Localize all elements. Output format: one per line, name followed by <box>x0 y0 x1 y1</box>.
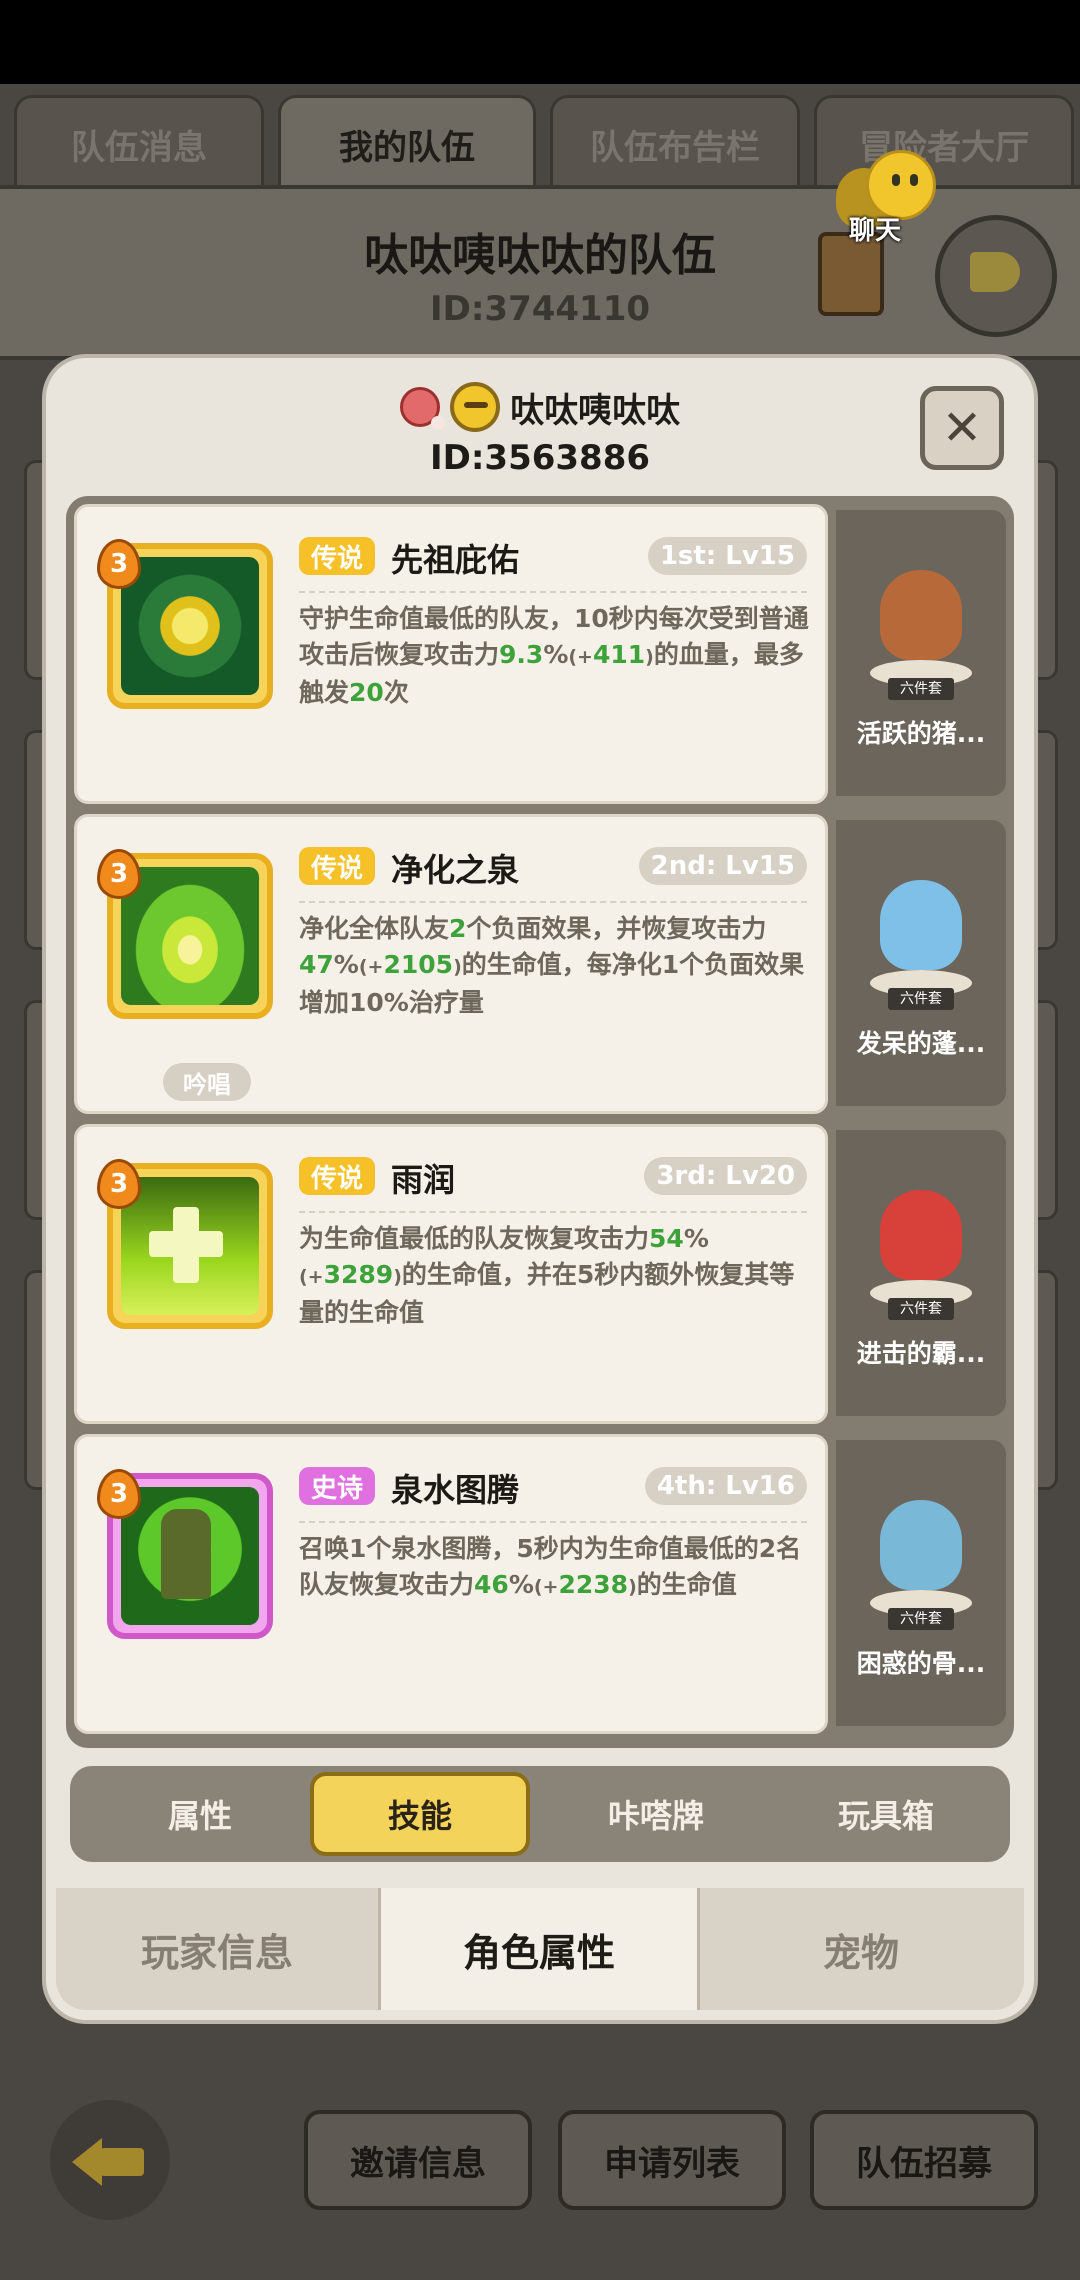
skill-name: 净化之泉 <box>391 851 520 889</box>
back-arrow-icon <box>72 2138 102 2186</box>
close-button[interactable]: ✕ <box>920 386 1004 470</box>
skill-description: 守护生命值最低的队友，10秒内每次受到普通攻击后恢复攻击力9.3%(+411)的… <box>299 604 809 707</box>
player-id: ID:3563886 <box>429 438 651 478</box>
status-bar <box>0 0 1080 84</box>
skill-card[interactable]: 3 传说 先祖庇佑 1st: Lv15 守护生命值最低的队友，10秒内每次受到普… <box>74 504 828 804</box>
tab-toy-box[interactable]: 玩具箱 <box>776 1766 996 1862</box>
skill-description: 为生命值最低的队友恢复攻击力54%(+3289)的生命值，并在5秒内额外恢复其等… <box>299 1224 795 1327</box>
rarity-tag: 传说 <box>299 847 376 885</box>
set-tag: 六件套 <box>888 678 954 700</box>
skill-slot-level: 1st: Lv15 <box>647 537 807 575</box>
skill-name: 先祖庇佑 <box>391 541 520 579</box>
skill-name: 泉水图腾 <box>391 1471 520 1509</box>
apply-list-button[interactable]: 申请列表 <box>558 2110 786 2210</box>
invite-info-button[interactable]: 邀请信息 <box>304 2110 532 2210</box>
player-name: 呔呔咦呔呔 <box>510 390 680 431</box>
player-detail-modal: 呔呔咦呔呔 ID:3563886 ✕ 3 传说 先祖庇佑 1st: Lv15 守… <box>46 358 1034 2020</box>
skill-description: 净化全体队友2个负面效果，并恢复攻击力47%(+2105)的生命值，每净化1个负… <box>299 914 805 1017</box>
chant-tag: 吟唱 <box>163 1063 251 1101</box>
tab-pets[interactable]: 宠物 <box>700 1888 1022 2010</box>
modal-header: 呔呔咦呔呔 ID:3563886 ✕ <box>46 358 1034 493</box>
skill-slot-level: 2nd: Lv15 <box>638 847 807 885</box>
skill-list: 3 传说 先祖庇佑 1st: Lv15 守护生命值最低的队友，10秒内每次受到普… <box>66 496 1014 1748</box>
tab-attributes[interactable]: 属性 <box>90 1766 310 1862</box>
tab-click-cards[interactable]: 咔嗒牌 <box>546 1766 766 1862</box>
set-tag: 六件套 <box>888 988 954 1010</box>
skill-description: 召唤1个泉水图腾，5秒内为生命值最低的2名队友恢复攻击力46%(+2238)的生… <box>299 1534 802 1599</box>
heal-cross-icon <box>121 1177 259 1315</box>
spring-drop-icon <box>121 867 259 1005</box>
outfit-name: 进击的霸... <box>856 1339 986 1368</box>
skill-card[interactable]: 3 史诗 泉水图腾 4th: Lv16 召唤1个泉水图腾，5秒内为生命值最低的2… <box>74 1434 828 1734</box>
character-figure-icon <box>866 1170 976 1306</box>
close-icon: ✕ <box>941 400 983 456</box>
character-figure-icon <box>866 1480 976 1616</box>
outfit-card[interactable]: 六件套 活跃的猪... <box>836 510 1006 796</box>
rarity-tag: 传说 <box>299 537 376 575</box>
set-tag: 六件套 <box>888 1298 954 1320</box>
bg-list-edge <box>1030 1270 1058 1490</box>
shield-icon <box>121 557 259 695</box>
back-button[interactable] <box>50 2100 170 2220</box>
bg-list-edge <box>1030 730 1058 950</box>
outfit-card[interactable]: 六件套 困惑的骨... <box>836 1440 1006 1726</box>
set-tag: 六件套 <box>888 1608 954 1630</box>
totem-icon <box>121 1487 259 1625</box>
tab-skills[interactable]: 技能 <box>310 1772 530 1856</box>
tab-character-attributes[interactable]: 角色属性 <box>378 1888 700 2010</box>
meat-icon <box>400 387 445 430</box>
tab-my-team[interactable]: 我的队伍 <box>278 95 536 190</box>
skill-card[interactable]: 3 传说 雨润 3rd: Lv20 为生命值最低的队友恢复攻击力54%(+328… <box>74 1124 828 1424</box>
outfit-name: 发呆的蓬... <box>856 1029 986 1058</box>
outfit-name: 活跃的猪... <box>856 719 986 748</box>
chat-label[interactable]: 聊天 <box>820 210 930 247</box>
bg-list-edge <box>1030 1000 1058 1220</box>
rarity-tag: 史诗 <box>299 1467 376 1505</box>
avatar-face-icon <box>450 382 500 432</box>
tab-team-board[interactable]: 队伍布告栏 <box>550 95 800 190</box>
character-figure-icon <box>866 860 976 996</box>
exit-team-button[interactable] <box>935 215 1057 337</box>
outfit-card[interactable]: 六件套 发呆的蓬... <box>836 820 1006 1106</box>
outfit-name: 困惑的骨... <box>856 1649 986 1678</box>
bg-list-edge <box>1030 460 1058 680</box>
tab-team-messages[interactable]: 队伍消息 <box>14 95 264 190</box>
skill-name: 雨润 <box>391 1161 456 1199</box>
team-recruit-button[interactable]: 队伍招募 <box>810 2110 1038 2210</box>
bottom-action-bar: 邀请信息 申请列表 队伍招募 <box>0 2030 1080 2280</box>
rarity-tag: 传说 <box>299 1157 376 1195</box>
skill-slot-level: 3rd: Lv20 <box>644 1157 807 1195</box>
skill-slot-level: 4th: Lv16 <box>644 1467 807 1505</box>
team-id: ID:3744110 <box>429 289 651 329</box>
bottom-tab-bar: 玩家信息 角色属性 宠物 <box>56 1888 1024 2010</box>
sub-tab-bar: 属性 技能 咔嗒牌 玩具箱 <box>70 1766 1010 1862</box>
character-figure-icon <box>866 550 976 686</box>
skill-card[interactable]: 3 传说 净化之泉 2nd: Lv15 净化全体队友2个负面效果，并恢复攻击力4… <box>74 814 828 1114</box>
outfit-card[interactable]: 六件套 进击的霸... <box>836 1130 1006 1416</box>
tab-player-info[interactable]: 玩家信息 <box>56 1888 378 2010</box>
